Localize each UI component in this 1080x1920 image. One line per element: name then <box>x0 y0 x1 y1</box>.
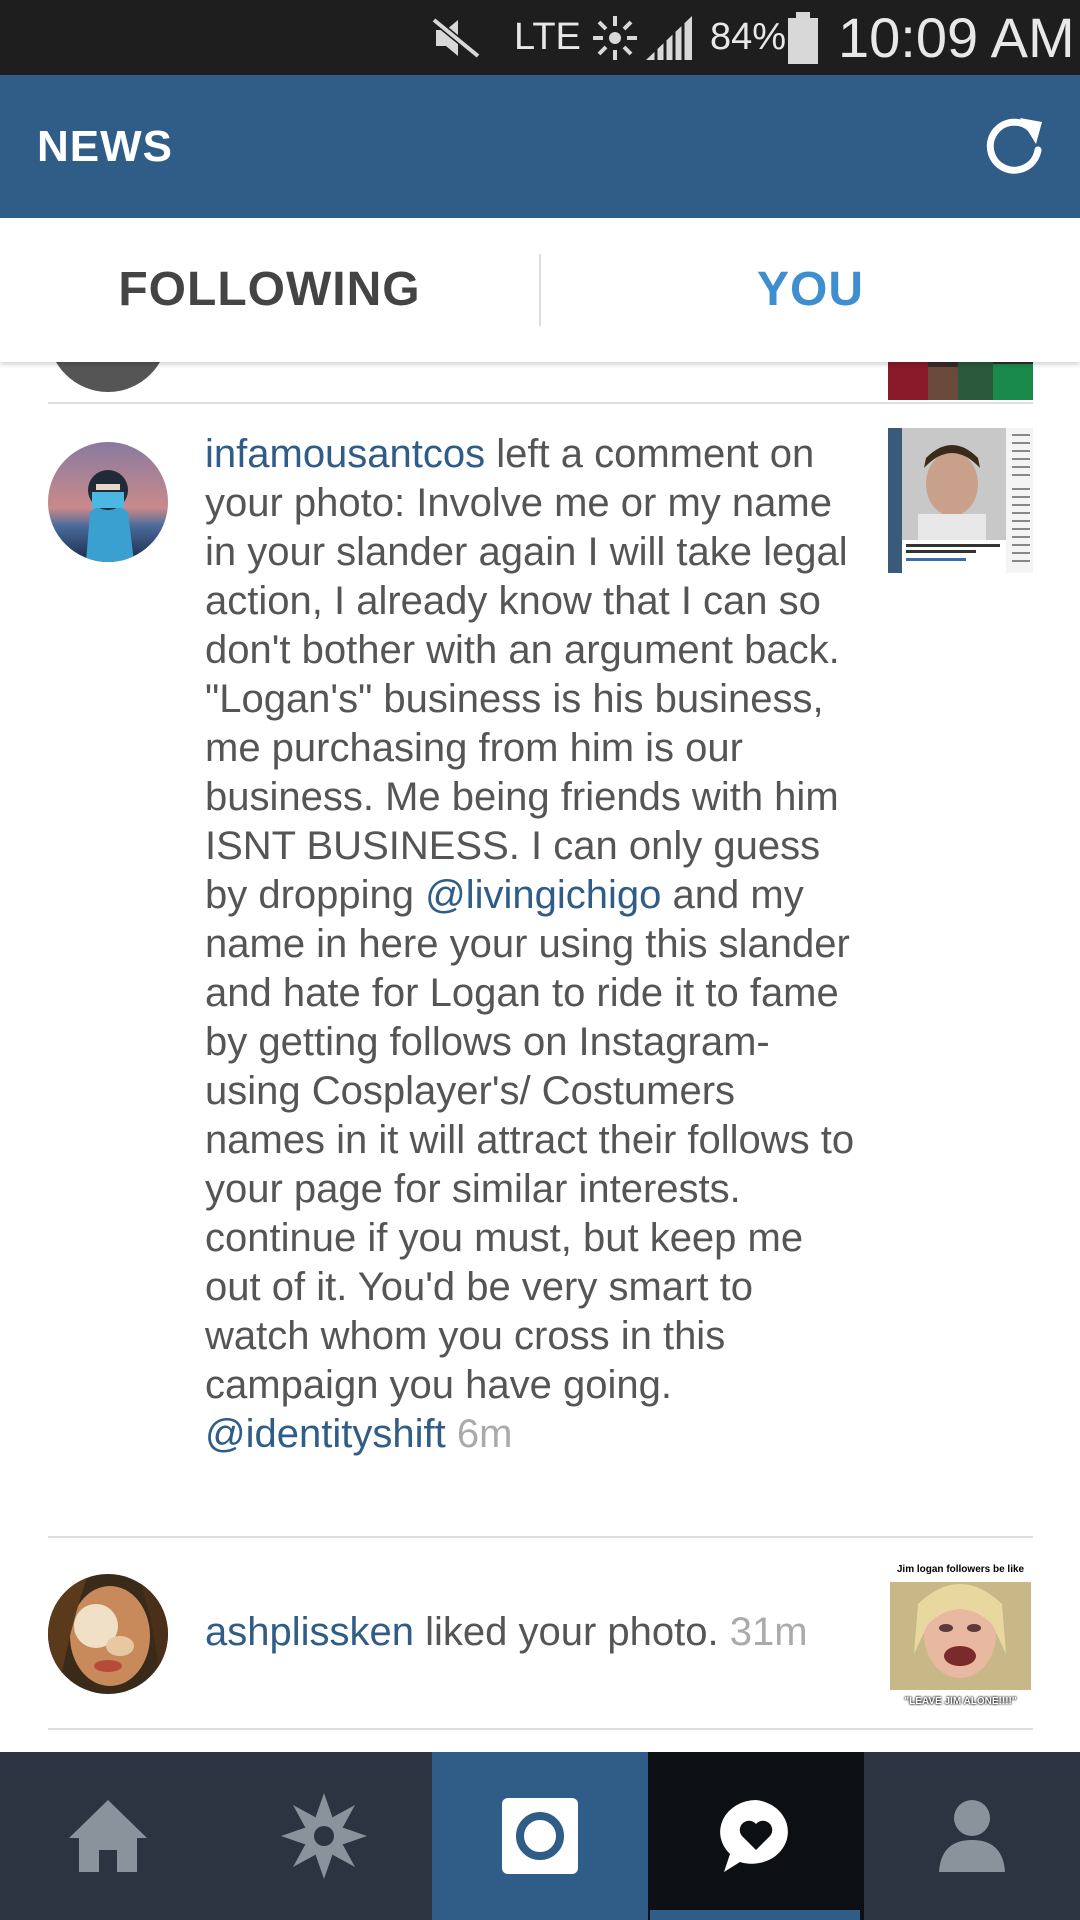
nav-profile[interactable] <box>864 1752 1080 1920</box>
profile-icon <box>939 1800 1005 1872</box>
status-bar: LTE 84% 10:09 AM <box>0 0 1080 75</box>
username-link[interactable]: ashplissken <box>205 1610 414 1654</box>
clock: 10:09 AM <box>838 6 1075 69</box>
nav-home[interactable] <box>0 1752 216 1920</box>
bottom-nav <box>0 1752 1080 1920</box>
mention-link[interactable]: @identityshift <box>205 1412 446 1456</box>
data-activity-icon <box>590 0 640 75</box>
notification-text: infamousantcos left a comment on your ph… <box>205 430 855 1459</box>
action-text: liked your photo. <box>414 1610 730 1654</box>
avatar[interactable] <box>48 1574 168 1694</box>
battery-icon <box>786 0 820 75</box>
meme-bottom-text: "LEAVE JIM ALONE!!!!" <box>904 1696 1017 1707</box>
mute-icon <box>430 0 482 75</box>
list-item[interactable]: ashplissken liked your photo. 31m Jim lo… <box>0 1538 1080 1728</box>
home-icon <box>69 1800 147 1872</box>
camera-icon <box>502 1798 578 1874</box>
refresh-icon <box>986 118 1042 174</box>
active-tab-indicator <box>650 1910 860 1920</box>
notification-text: ashplissken liked your photo. 31m <box>205 1608 855 1657</box>
network-type: LTE <box>514 16 581 58</box>
timestamp: 6m <box>456 1412 513 1456</box>
activity-feed[interactable]: infamousantcos left a comment on your ph… <box>0 362 1080 1752</box>
meme-top-text: Jim logan followers be like <box>896 1564 1025 1575</box>
signal-icon <box>644 0 694 75</box>
page-title: NEWS <box>37 122 173 171</box>
nav-camera[interactable] <box>432 1752 648 1920</box>
tab-following[interactable]: FOLLOWING <box>0 218 539 362</box>
photo-thumbnail[interactable] <box>888 362 1033 400</box>
username-link[interactable]: infamousantcos <box>205 432 485 476</box>
comment-text: left a comment on your photo: Involve me… <box>205 432 848 917</box>
divider <box>48 1728 1033 1730</box>
photo-thumbnail[interactable] <box>888 428 1033 573</box>
avatar[interactable] <box>48 362 168 392</box>
list-item[interactable]: infamousantcos left a comment on your ph… <box>0 404 1080 1532</box>
tab-you[interactable]: YOU <box>541 218 1080 362</box>
battery-percent: 84% <box>710 16 787 58</box>
news-icon <box>720 1800 788 1872</box>
nav-news[interactable] <box>648 1752 864 1920</box>
photo-thumbnail[interactable]: Jim logan followers be like "LEAVE JIM A… <box>888 1564 1033 1709</box>
refresh-button[interactable] <box>980 112 1050 182</box>
comment-text-continued: and my name in here your using this slan… <box>205 873 855 1407</box>
list-item[interactable] <box>0 362 1080 400</box>
avatar[interactable] <box>48 442 168 562</box>
tab-bar: FOLLOWING YOU <box>0 218 1080 362</box>
mention-link[interactable]: @livingichigo <box>425 873 661 917</box>
explore-icon <box>281 1793 367 1879</box>
nav-explore[interactable] <box>216 1752 432 1920</box>
timestamp: 31m <box>729 1610 808 1654</box>
app-bar: NEWS <box>0 75 1080 218</box>
